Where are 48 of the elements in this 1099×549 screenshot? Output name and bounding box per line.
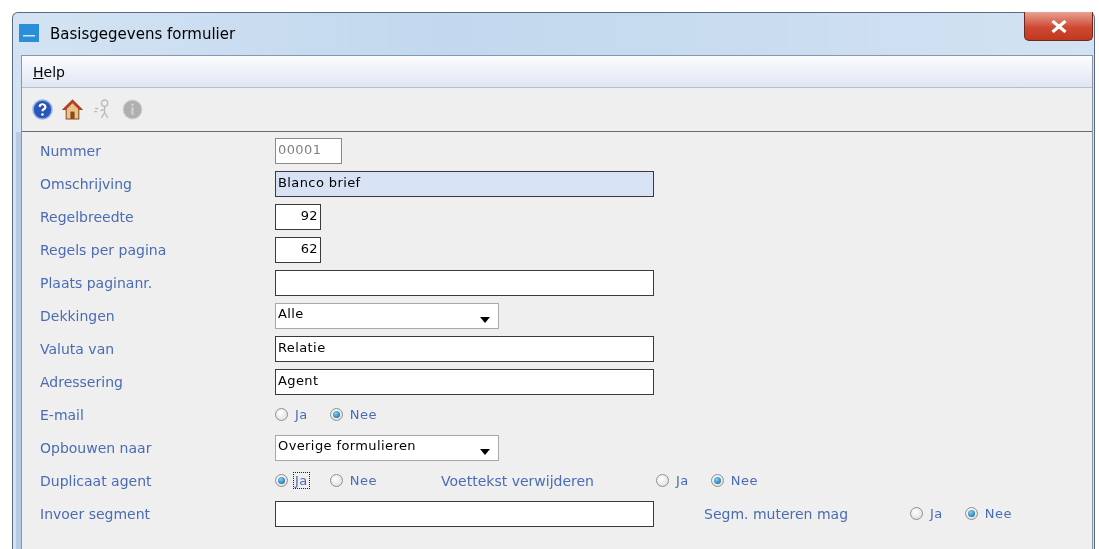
field-label: Plaats paginanr.	[40, 274, 154, 291]
field-label: Voettekst verwijderen	[441, 472, 594, 489]
caret-icon	[480, 448, 490, 455]
radio-label[interactable]: Nee	[347, 472, 380, 489]
input-field[interactable]: Blanco brief	[275, 170, 654, 197]
input-field[interactable]: Agent	[275, 368, 654, 395]
radio-button[interactable]	[275, 408, 288, 421]
close-icon	[1050, 19, 1067, 33]
radio-label[interactable]: Nee	[728, 472, 760, 489]
input-field[interactable]: Relatie	[275, 335, 654, 362]
field-label: Valuta van	[40, 340, 116, 357]
radio-button[interactable]	[329, 408, 343, 421]
menu-item[interactable]: Help	[33, 63, 65, 80]
help-icon[interactable]	[32, 99, 53, 120]
field-label: Regels per pagina	[40, 241, 168, 258]
radio-button[interactable]	[910, 507, 924, 520]
close-button[interactable]	[1024, 12, 1093, 41]
house-icon[interactable]	[62, 99, 83, 120]
radio-label[interactable]: Ja	[293, 472, 310, 489]
radio-button[interactable]	[964, 507, 978, 520]
window-title: Basisgegevens formulier	[50, 25, 236, 43]
radio-button[interactable]	[655, 474, 669, 487]
field-label: Regelbreedte	[40, 208, 135, 225]
radio-label[interactable]: Nee	[347, 406, 380, 423]
field-label: E-mail	[40, 406, 85, 423]
app-logo-icon	[19, 24, 39, 44]
radio-label[interactable]: Ja	[928, 505, 945, 522]
field-label: Omschrijving	[40, 175, 133, 192]
field-label: Dekkingen	[40, 307, 116, 324]
field-label: Invoer segment	[40, 505, 152, 522]
input-field[interactable]: 92	[275, 203, 321, 230]
input-field[interactable]	[275, 269, 654, 296]
input-field[interactable]	[275, 500, 654, 527]
field-label: Opbouwen naar	[40, 439, 153, 456]
dropdown[interactable]: Overige formulieren	[275, 434, 499, 461]
input-field[interactable]: 62	[275, 236, 321, 263]
radio-button[interactable]	[329, 474, 343, 487]
dropdown[interactable]: Alle	[275, 302, 499, 329]
field-label: Nummer	[40, 142, 102, 159]
radio-label[interactable]: Nee	[982, 505, 1015, 522]
caret-icon	[480, 316, 490, 323]
radio-button[interactable]	[710, 474, 724, 487]
radio-label[interactable]: Ja	[673, 472, 691, 489]
field-label: Segm. muteren mag	[704, 505, 849, 522]
radio-button[interactable]	[275, 474, 288, 487]
radio-label[interactable]: Ja	[293, 406, 310, 423]
field-label: Adressering	[40, 373, 124, 390]
field-label: Duplicaat agent	[40, 472, 153, 489]
